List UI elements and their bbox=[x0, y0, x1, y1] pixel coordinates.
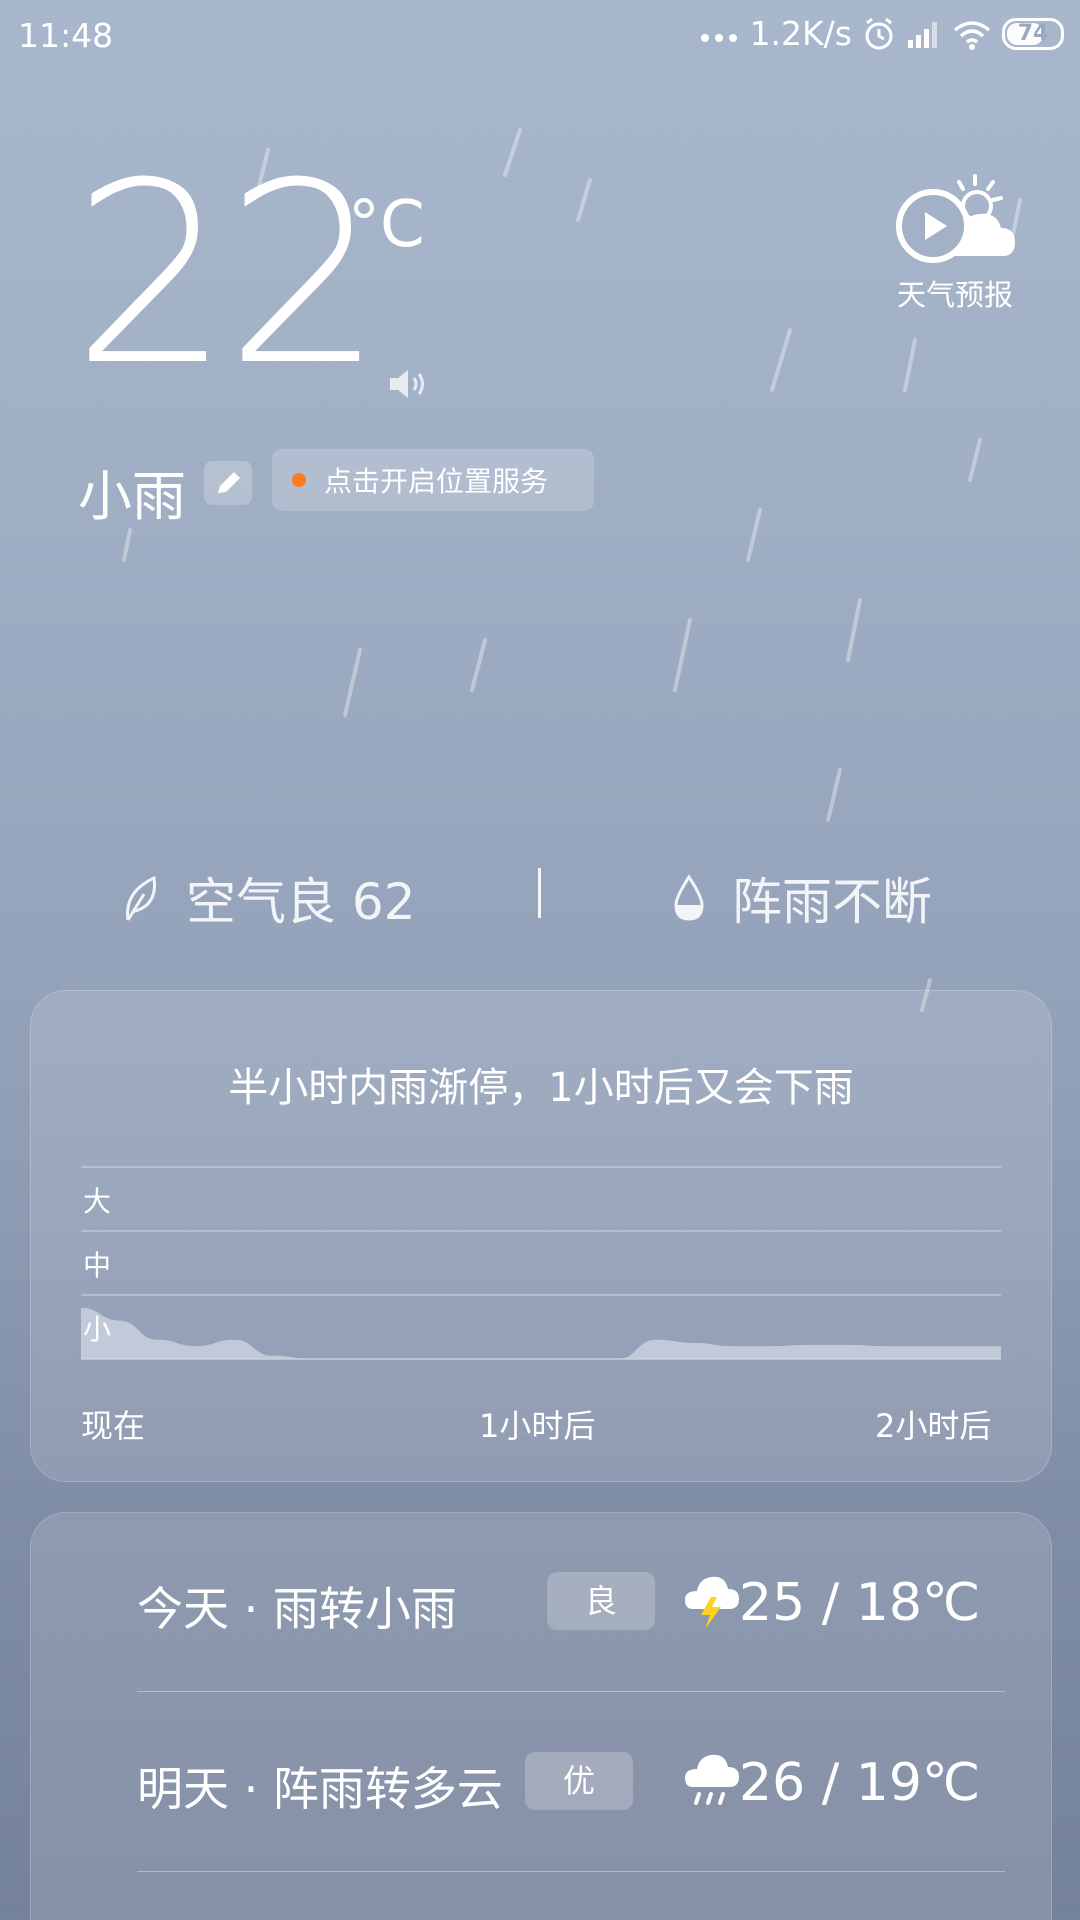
status-time: 11:48 bbox=[18, 16, 114, 55]
play-cloud-sun-icon bbox=[896, 174, 1015, 263]
x-label-1h: 1小时后 bbox=[479, 1407, 596, 1445]
rain-cloud-icon bbox=[685, 1754, 739, 1805]
row-divider bbox=[137, 1691, 1005, 1692]
day-label: 今天 · 雨转小雨 bbox=[137, 1582, 457, 1636]
daily-forecast-card: 今天 · 雨转小雨 良 25 / 18℃ 明天 · 阵雨转多云 优 26 / 1… bbox=[30, 1512, 1052, 1920]
y-label-heavy: 大 bbox=[83, 1185, 111, 1218]
temperature-unit: °C bbox=[348, 188, 425, 262]
rain-forecast-card[interactable]: 半小时内雨渐停，1小时后又会下雨 大 中 小 现在 1小时后 2小时后 bbox=[30, 990, 1052, 1482]
battery-icon: 74 bbox=[1002, 17, 1064, 50]
network-speed: 1.2K/s bbox=[749, 14, 852, 53]
temperature-range: 26 / 19℃ bbox=[739, 1753, 981, 1813]
daily-row-today[interactable]: 今天 · 雨转小雨 良 25 / 18℃ bbox=[107, 1513, 1007, 1693]
weather-forecast-button[interactable]: 天气预报 bbox=[890, 170, 1020, 314]
air-quality-label: 空气良 62 bbox=[186, 873, 416, 931]
y-label-light: 小 bbox=[83, 1313, 111, 1346]
x-label-2h: 2小时后 bbox=[875, 1407, 992, 1445]
row-divider bbox=[137, 1871, 1005, 1872]
weather-condition: 小雨 bbox=[78, 465, 186, 528]
temperature-range: 25 / 18℃ bbox=[739, 1573, 981, 1633]
status-bar: 11:48 1.2K/s 74 bbox=[0, 0, 1080, 76]
location-dot bbox=[292, 473, 306, 487]
leaf-icon bbox=[126, 875, 157, 921]
thunder-cloud-icon bbox=[685, 1576, 739, 1629]
y-label-medium: 中 bbox=[83, 1249, 111, 1282]
divider bbox=[538, 868, 541, 918]
air-quality[interactable]: 空气良 62 bbox=[120, 862, 416, 934]
more-dots-icon bbox=[700, 33, 737, 42]
current-temperature: 22 bbox=[72, 129, 384, 420]
precipitation-label: 阵雨不断 bbox=[732, 873, 932, 931]
status-icons: 1.2K/s 74 bbox=[698, 14, 1064, 53]
x-label-now: 现在 bbox=[81, 1407, 146, 1445]
daily-row-tomorrow[interactable]: 明天 · 阵雨转多云 优 26 / 19℃ bbox=[107, 1693, 1007, 1873]
rain-summary: 半小时内雨渐停，1小时后又会下雨 bbox=[228, 1065, 854, 1111]
drop-icon bbox=[674, 874, 704, 921]
speaker-icon[interactable] bbox=[386, 366, 430, 402]
rain-chart: 大 中 小 bbox=[81, 1166, 1001, 1360]
wifi-icon bbox=[953, 20, 991, 50]
alarm-icon bbox=[865, 17, 893, 49]
precipitation-info[interactable]: 阵雨不断 bbox=[672, 862, 932, 934]
battery-level: 74 bbox=[1017, 20, 1049, 46]
rain-area bbox=[81, 1307, 1001, 1359]
day-label: 明天 · 阵雨转多云 bbox=[137, 1762, 503, 1816]
aqi-badge: 优 bbox=[525, 1752, 633, 1810]
enable-location-button[interactable]: 点击开启位置服务 bbox=[272, 449, 594, 511]
aqi-badge: 良 bbox=[547, 1572, 655, 1630]
edit-button[interactable] bbox=[204, 461, 252, 505]
pencil-icon bbox=[218, 472, 240, 493]
signal-icon bbox=[908, 21, 937, 48]
enable-location-label: 点击开启位置服务 bbox=[324, 465, 549, 498]
weather-forecast-label: 天气预报 bbox=[896, 278, 1013, 312]
